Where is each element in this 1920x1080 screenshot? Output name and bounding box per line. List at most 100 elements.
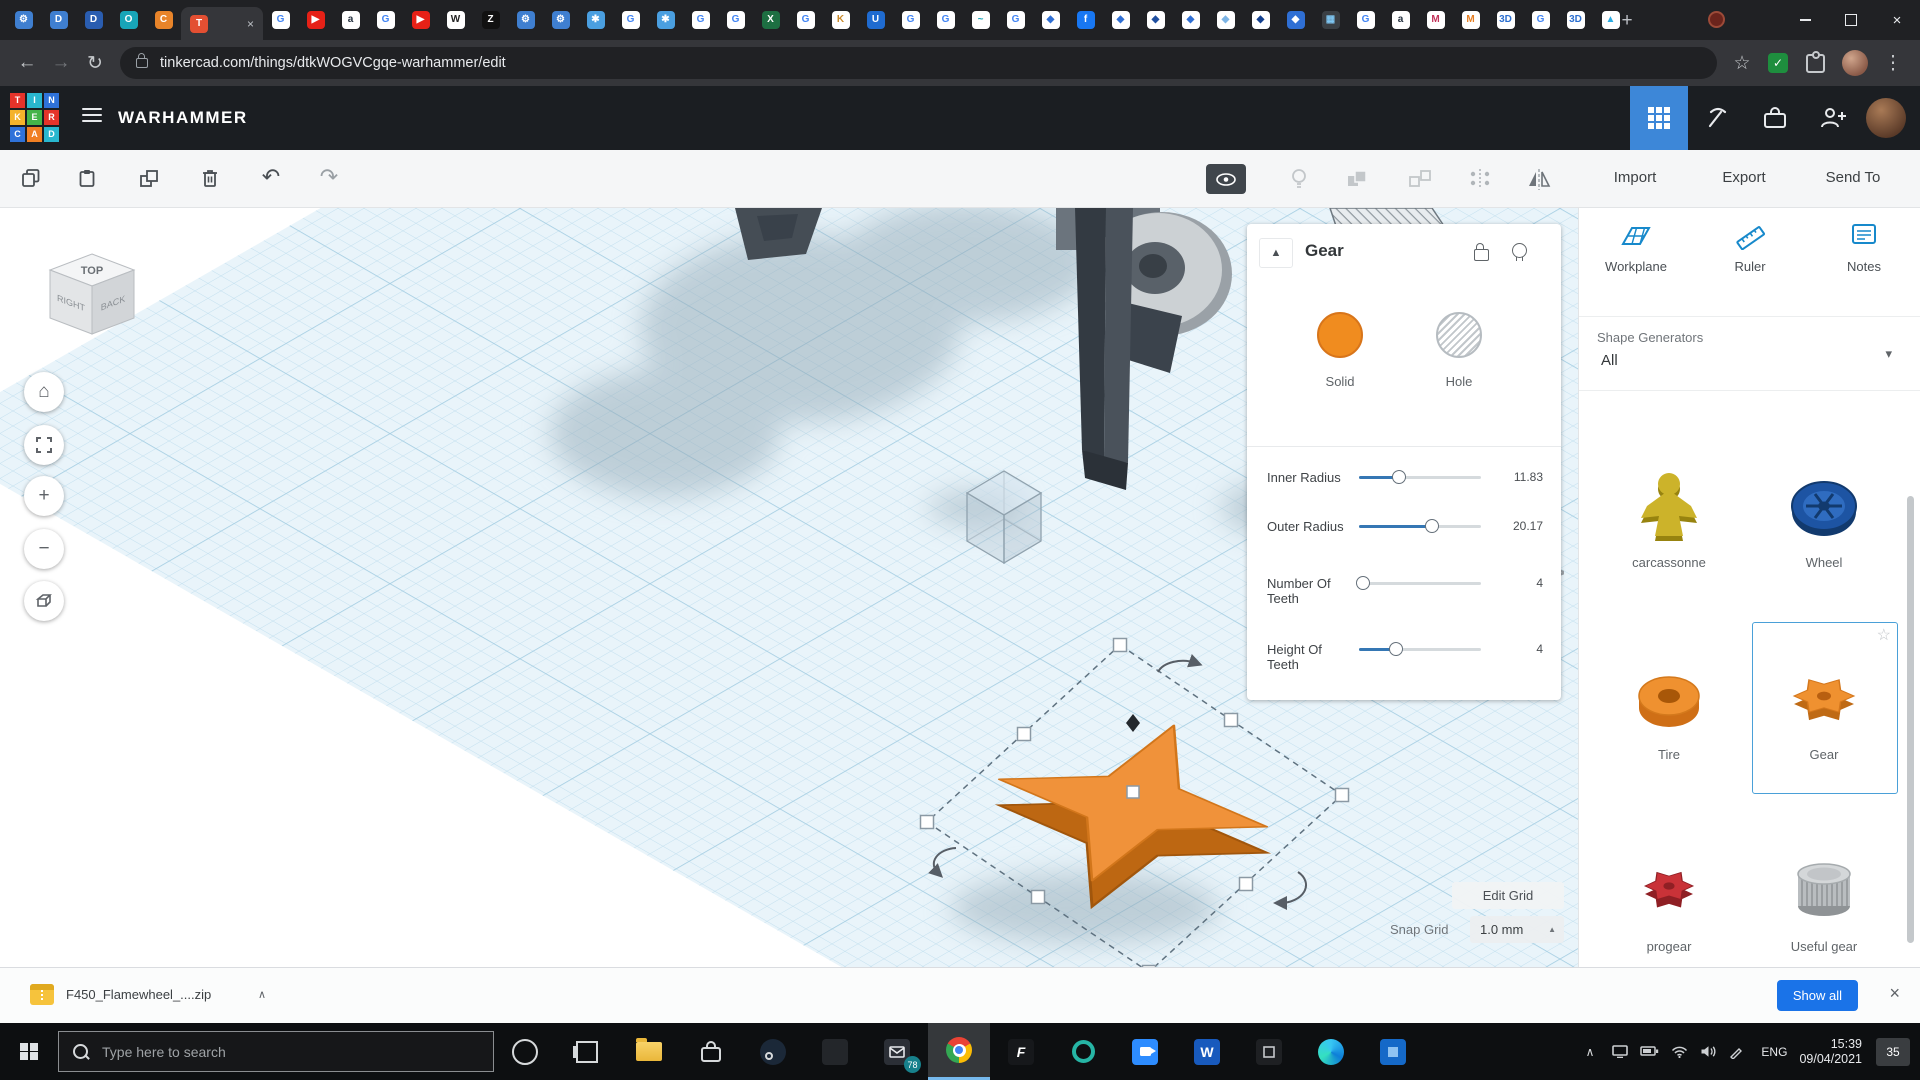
zoom-in-button[interactable]: + bbox=[24, 476, 64, 516]
sidebar-tool-ruler[interactable]: Ruler bbox=[1693, 220, 1807, 274]
menu-icon[interactable] bbox=[82, 108, 102, 126]
taskbar-app-word[interactable]: W bbox=[1176, 1023, 1238, 1080]
tab-wikipedia[interactable]: W bbox=[438, 0, 473, 40]
taskbar-app-dark2[interactable] bbox=[1238, 1023, 1300, 1080]
tab-diamond[interactable]: ◆ bbox=[1173, 0, 1208, 40]
tab-google[interactable]: G bbox=[368, 0, 403, 40]
view-cube[interactable]: TOP RIGHT BACK bbox=[36, 236, 148, 348]
tab-youtube[interactable]: ▶ bbox=[298, 0, 333, 40]
tinkercad-logo[interactable]: T I N K E R C A D bbox=[10, 93, 59, 142]
tab-shop[interactable]: C bbox=[146, 0, 181, 40]
taskbar-app-blue[interactable] bbox=[1362, 1023, 1424, 1080]
tab-gear[interactable]: ✱ bbox=[648, 0, 683, 40]
taskbar-clock[interactable]: 15:39 09/04/2021 bbox=[1799, 1037, 1862, 1067]
tab-excel[interactable]: X bbox=[753, 0, 788, 40]
forward-button[interactable]: → bbox=[44, 52, 78, 74]
monitor-icon[interactable] bbox=[1612, 1045, 1628, 1058]
tab-circle[interactable]: O bbox=[111, 0, 146, 40]
delete-icon[interactable] bbox=[198, 167, 222, 191]
perspective-toggle-button[interactable] bbox=[24, 581, 64, 621]
minecraft-export-button[interactable] bbox=[1688, 86, 1746, 150]
tab-gear[interactable]: ✱ bbox=[578, 0, 613, 40]
taskbar-app-edge[interactable] bbox=[1300, 1023, 1362, 1080]
tab-u[interactable]: U bbox=[858, 0, 893, 40]
fit-view-button[interactable] bbox=[24, 425, 64, 465]
zoom-out-button[interactable]: − bbox=[24, 529, 64, 569]
slider-knob[interactable] bbox=[1392, 470, 1406, 484]
lock-icon[interactable] bbox=[1474, 249, 1489, 261]
shape-generators-filter[interactable]: All bbox=[1601, 352, 1618, 369]
tab-wave[interactable]: ~ bbox=[963, 0, 998, 40]
shape-item-tire[interactable]: Tire bbox=[1599, 656, 1739, 762]
slider-knob[interactable] bbox=[1425, 519, 1439, 533]
send-to-button[interactable]: Send To bbox=[1810, 169, 1896, 186]
account-avatar[interactable] bbox=[1866, 98, 1906, 138]
tab-google[interactable]: G bbox=[613, 0, 648, 40]
tab-gear[interactable]: ⚙ bbox=[543, 0, 578, 40]
tab-google[interactable]: G bbox=[1523, 0, 1558, 40]
tab-facebook[interactable]: f bbox=[1068, 0, 1103, 40]
tab-diamond[interactable]: ◆ bbox=[1138, 0, 1173, 40]
volume-icon[interactable] bbox=[1700, 1045, 1717, 1058]
browser-profile-icon[interactable] bbox=[1708, 11, 1725, 28]
language-indicator[interactable]: ENG bbox=[1761, 1045, 1787, 1059]
tab-diamond[interactable]: ◆ bbox=[1278, 0, 1313, 40]
tray-expand-icon[interactable]: ∧ bbox=[1586, 1045, 1595, 1059]
slider-knob[interactable] bbox=[1356, 576, 1370, 590]
tab-google[interactable]: G bbox=[718, 0, 753, 40]
new-tab-button[interactable]: + bbox=[1614, 8, 1640, 34]
shape-item-gear[interactable]: Gear bbox=[1754, 656, 1894, 762]
tab-google[interactable]: G bbox=[683, 0, 718, 40]
downloaded-file-chip[interactable]: F450_Flamewheel_....zip bbox=[66, 987, 211, 1002]
tab-youtube[interactable]: ▶ bbox=[403, 0, 438, 40]
back-button[interactable]: ← bbox=[10, 52, 44, 74]
download-options-caret[interactable]: ∧ bbox=[258, 988, 266, 1001]
tab-3d[interactable]: 3D bbox=[1488, 0, 1523, 40]
pen-icon[interactable] bbox=[1729, 1045, 1743, 1059]
taskbar-app-camera[interactable] bbox=[1114, 1023, 1176, 1080]
shape-item-carcassonne[interactable]: carcassonne bbox=[1599, 464, 1739, 570]
copy-icon[interactable] bbox=[20, 167, 44, 191]
tab-m[interactable]: M bbox=[1453, 0, 1488, 40]
taskbar-search[interactable] bbox=[58, 1031, 494, 1072]
tab-diamond[interactable]: ◆ bbox=[1208, 0, 1243, 40]
tab-google[interactable]: G bbox=[1348, 0, 1383, 40]
close-download-bar-icon[interactable]: × bbox=[1889, 983, 1900, 1004]
bookmark-star-icon[interactable]: ☆ bbox=[1725, 52, 1759, 75]
battery-icon[interactable] bbox=[1640, 1046, 1659, 1057]
tab-google[interactable]: G bbox=[788, 0, 823, 40]
panel-collapse-button[interactable]: ▲ bbox=[1259, 238, 1293, 268]
blocks-view-button[interactable] bbox=[1630, 86, 1688, 150]
tab-google[interactable]: G bbox=[263, 0, 298, 40]
url-text[interactable]: tinkercad.com/things/dtkWOGVCgqe-warhamm… bbox=[160, 55, 506, 71]
slider-track[interactable] bbox=[1359, 476, 1481, 479]
taskbar-app-store[interactable] bbox=[680, 1023, 742, 1080]
snap-grid-dropdown[interactable]: 1.0 mm ▲ bbox=[1470, 916, 1564, 943]
tab-google[interactable]: G bbox=[893, 0, 928, 40]
chevron-down-icon[interactable]: ▾ bbox=[1885, 346, 1892, 362]
tab-docs[interactable]: D bbox=[41, 0, 76, 40]
sidebar-tool-notes[interactable]: Notes bbox=[1807, 220, 1920, 274]
extension-check-icon[interactable]: ✓ bbox=[1768, 53, 1788, 73]
cortana-button[interactable] bbox=[494, 1023, 556, 1080]
wifi-icon[interactable] bbox=[1671, 1045, 1688, 1058]
tab-google[interactable]: G bbox=[998, 0, 1033, 40]
show-all-button[interactable] bbox=[1206, 164, 1246, 194]
tab-amazon[interactable]: a bbox=[1383, 0, 1418, 40]
view-cube-top-label[interactable]: TOP bbox=[81, 265, 103, 277]
tab-image[interactable]: ▦ bbox=[1313, 0, 1348, 40]
center-handle[interactable] bbox=[1127, 786, 1139, 798]
tab-diamond[interactable]: ◆ bbox=[1103, 0, 1138, 40]
shape-item-useful-gear[interactable]: Useful gear bbox=[1754, 848, 1894, 954]
reload-button[interactable]: ↻ bbox=[78, 52, 112, 75]
browser-avatar[interactable] bbox=[1842, 50, 1868, 76]
undo-icon[interactable]: ↶ bbox=[256, 164, 286, 190]
taskbar-app-mail[interactable]: 78 bbox=[866, 1023, 928, 1080]
export-button[interactable]: Export bbox=[1701, 169, 1787, 186]
tab-diamond[interactable]: ◆ bbox=[1243, 0, 1278, 40]
tab-tinkercad[interactable]: T× bbox=[181, 7, 263, 40]
window-close-button[interactable]: × bbox=[1874, 0, 1920, 40]
mirror-icon[interactable] bbox=[1526, 167, 1552, 191]
sidebar-tool-workplane[interactable]: Workplane bbox=[1579, 220, 1693, 274]
tab-google[interactable]: G bbox=[928, 0, 963, 40]
